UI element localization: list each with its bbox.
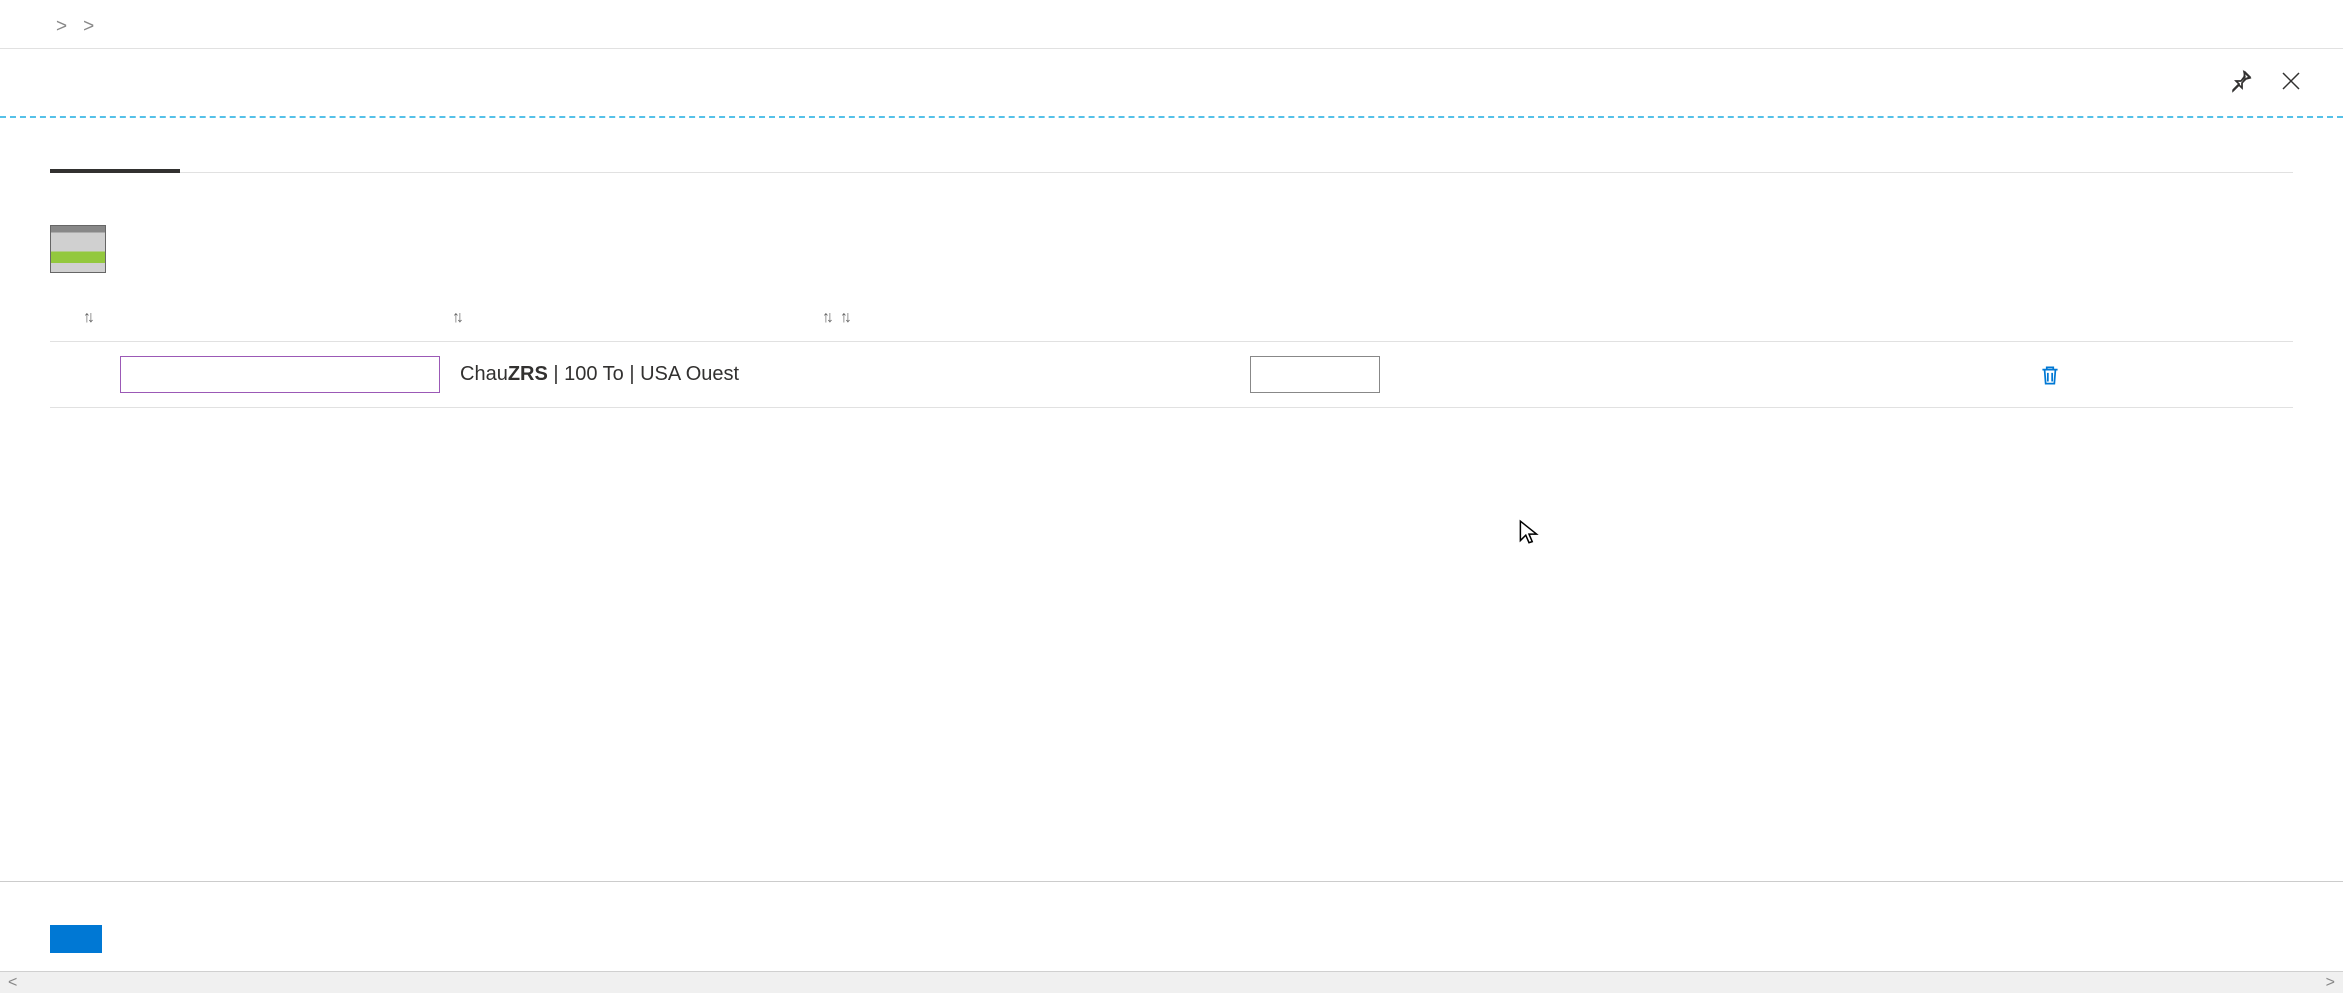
sort-icon[interactable]: ↑↓: [840, 309, 848, 327]
header-product[interactable]: ↑↓: [460, 309, 830, 327]
reservation-grid: ↑↓ ↑↓ ↑↓ ↑↓: [0, 299, 2343, 408]
sort-icon[interactable]: ↑↓: [50, 309, 120, 327]
breadcrumb-sep: >: [56, 16, 67, 38]
mouse-cursor-icon: [1518, 519, 1540, 550]
horizontal-scrollbar[interactable]: < >: [0, 971, 2343, 993]
cost-summary: [2197, 906, 2293, 953]
total-cost-value: [2257, 922, 2293, 953]
header-scope[interactable]: ↑↓: [830, 309, 1010, 327]
storage-icon: [50, 225, 106, 273]
product-cell: ChauZRS | 100 To | USA Ouest: [460, 363, 739, 385]
table-row: ChauZRS | 100 To | USA Ouest: [50, 342, 2293, 408]
next-verify-buy-button[interactable]: [50, 925, 102, 953]
quantity-input[interactable]: [1250, 356, 1380, 393]
sort-icon[interactable]: ↑↓: [452, 309, 460, 327]
tab-row: [50, 118, 2293, 173]
close-icon[interactable]: [2279, 69, 2303, 96]
header-name[interactable]: ↑↓: [120, 309, 460, 327]
pin-icon[interactable]: [2229, 69, 2253, 96]
product-row: [0, 173, 2343, 299]
reservation-name-input[interactable]: [120, 356, 440, 393]
footer: [0, 881, 2343, 971]
grid-header: ↑↓ ↑↓ ↑↓ ↑↓: [50, 299, 2293, 342]
scroll-right-icon[interactable]: >: [2326, 974, 2335, 992]
blade-header: [0, 49, 2343, 118]
delete-row-button[interactable]: [2020, 361, 2080, 389]
breadcrumb: > >: [0, 0, 2343, 49]
sort-icon[interactable]: ↑↓: [822, 309, 830, 327]
scroll-left-icon[interactable]: <: [8, 974, 17, 992]
breadcrumb-sep: >: [83, 16, 94, 38]
